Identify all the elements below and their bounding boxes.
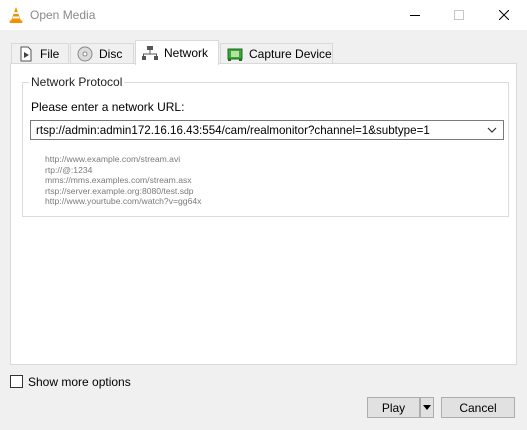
example-url: mms://mms.examples.com/stream.asx — [45, 175, 192, 186]
network-url-combobox[interactable]: rtsp://admin:admin172.16.16.43:554/cam/r… — [30, 120, 504, 140]
url-label: Please enter a network URL: — [31, 100, 185, 114]
tab-network-label: Network — [164, 46, 209, 60]
close-icon — [499, 10, 509, 20]
tab-capture-device[interactable]: Capture Device — [220, 43, 333, 64]
play-button-label: Play — [381, 400, 406, 415]
tab-disc[interactable]: Disc — [70, 43, 134, 64]
window-title: Open Media — [30, 8, 96, 22]
capture-device-icon — [227, 48, 243, 61]
minimize-button[interactable] — [395, 0, 435, 30]
close-button[interactable] — [484, 0, 524, 30]
chevron-down-icon[interactable] — [485, 123, 499, 137]
example-url: rtp://@:1234 — [45, 164, 93, 175]
example-url: http://www.yourtube.com/watch?v=gg64x — [45, 196, 202, 207]
example-url: http://www.example.com/stream.avi — [45, 154, 181, 164]
show-more-options-checkbox[interactable] — [10, 375, 23, 388]
tab-file-label: File — [40, 47, 60, 61]
caret-down-icon — [423, 404, 431, 410]
network-protocol-group: Network Protocol Please enter a network … — [22, 75, 509, 217]
tab-file[interactable]: File — [11, 43, 69, 64]
tab-network[interactable]: Network — [135, 40, 219, 65]
tab-disc-label: Disc — [99, 47, 123, 61]
play-dropdown-button[interactable] — [420, 397, 434, 418]
cancel-button-label: Cancel — [459, 400, 497, 415]
title-bar: Open Media — [0, 0, 527, 30]
network-url-value[interactable]: rtsp://admin:admin172.16.16.43:554/cam/r… — [36, 124, 430, 137]
play-button[interactable]: Play — [367, 397, 420, 418]
maximize-icon — [454, 10, 464, 20]
minimize-icon — [410, 15, 420, 16]
example-url: rtsp://server.example.org:8080/test.sdp — [45, 185, 194, 196]
cancel-button[interactable]: Cancel — [441, 397, 515, 418]
maximize-button[interactable] — [439, 0, 479, 30]
network-panel: Network Protocol Please enter a network … — [10, 63, 517, 365]
network-icon — [142, 46, 158, 60]
disc-icon — [77, 46, 93, 62]
url-examples: http://www.example.com/stream.avi rtp://… — [45, 154, 201, 207]
file-icon — [20, 46, 32, 62]
group-title: Network Protocol — [29, 75, 125, 89]
vlc-cone-icon — [9, 7, 23, 23]
show-more-options-label[interactable]: Show more options — [28, 375, 131, 389]
tab-capture-device-label: Capture Device — [249, 47, 332, 61]
